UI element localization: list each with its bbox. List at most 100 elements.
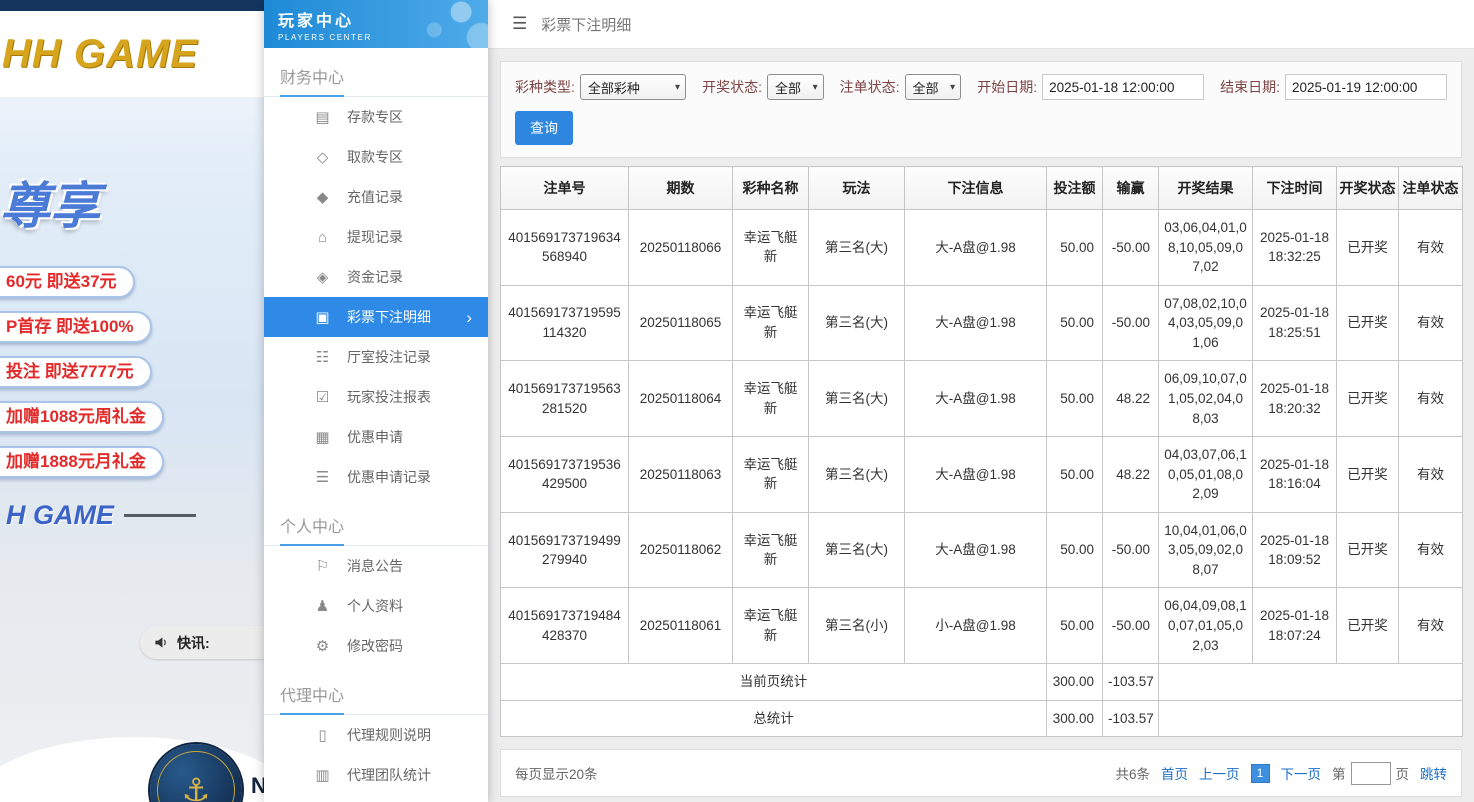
cell-bet-time: 2025-01-18 18:07:24 — [1252, 587, 1337, 665]
main-topbar: ☰ 彩票下注明细 — [488, 0, 1474, 49]
cell-order-status: 有效 — [1398, 360, 1463, 438]
card-icon: ▤ — [315, 109, 330, 126]
total-win-total: -103.57 — [1102, 699, 1159, 738]
cell-win-loss: -50.00 — [1102, 511, 1159, 589]
cell-draw-status: 已开奖 — [1336, 284, 1399, 362]
cell-play: 第三名(小) — [808, 587, 905, 665]
hand-money-icon: ◇ — [316, 149, 329, 166]
cell-order-no: 401569173719563281520 — [500, 360, 629, 438]
start-date-input[interactable] — [1042, 74, 1205, 100]
cell-bet-info: 大-A盘@1.98 — [904, 360, 1047, 438]
sidebar-item-withdraw-zone[interactable]: ◇ 取款专区 — [264, 137, 488, 177]
sidebar-item-agent-rules[interactable]: ▯ 代理规则说明 — [264, 715, 488, 755]
sidebar-header: 玩家中心 PLAYERS CENTER — [264, 0, 488, 48]
cell-period: 20250118066 — [628, 209, 733, 286]
sidebar-item-personal-profile[interactable]: ♟ 个人资料 — [264, 586, 488, 626]
next-page-link[interactable]: 下一页 — [1281, 763, 1322, 783]
gear-icon: ⚙ — [315, 638, 330, 655]
current-page-stats-label: 当前页统计 — [500, 663, 1047, 701]
promo-pill: P首存 即送100% — [0, 311, 152, 343]
column-header-bet-info: 下注信息 — [904, 166, 1047, 210]
current-page-win-total: -103.57 — [1102, 663, 1159, 701]
lottery-type-label: 彩种类型: — [515, 79, 575, 95]
sidebar-menu: 财务中心 ▤ 存款专区 ◇ 取款专区 ◆ 充值记录 ⌂ 提现记录 ◈ 资金记录 ▣ 彩票下注明细 › ☷ 厅室… — [264, 48, 488, 802]
cell-draw-status: 已开奖 — [1336, 360, 1399, 438]
filter-panel: 彩种类型: 全部彩种 ▾ 开奖状态: 全部 ▾ 注单状态: 全部 ▾ 开始日期:… — [500, 61, 1462, 158]
prev-page-link[interactable]: 上一页 — [1199, 763, 1240, 783]
order-status-label: 注单状态: — [839, 79, 900, 95]
sidebar-item-change-password[interactable]: ⚙ 修改密码 — [264, 626, 488, 666]
sidebar-item-label: 资金记录 — [347, 269, 403, 285]
sidebar-item-deposit-zone[interactable]: ▤ 存款专区 — [264, 97, 488, 137]
main-area: ☰ 彩票下注明细 彩种类型: 全部彩种 ▾ 开奖状态: 全部 ▾ 注单状态: 全… — [488, 0, 1474, 802]
cell-bet-info: 大-A盘@1.98 — [904, 511, 1047, 589]
column-header-period: 期数 — [628, 166, 733, 210]
sidebar-item-label: 厅室投注记录 — [347, 349, 431, 365]
cell-bet-time: 2025-01-18 18:09:52 — [1252, 511, 1337, 589]
cell-period: 20250118064 — [628, 360, 733, 438]
vault-icon: ⌂ — [317, 228, 328, 246]
column-header-win-loss: 输赢 — [1102, 166, 1159, 210]
cell-bet-info: 大-A盘@1.98 — [904, 284, 1047, 362]
cell-order-status: 有效 — [1398, 284, 1463, 362]
cell-order-no: 401569173719536429500 — [500, 436, 629, 513]
cell-lottery-name: 幸运飞艇新 — [732, 360, 809, 438]
cell-win-loss: -50.00 — [1102, 587, 1159, 665]
page-jump-input[interactable] — [1350, 761, 1391, 785]
lottery-type-select[interactable]: 全部彩种 ▾ — [579, 74, 687, 100]
sidebar-item-agent-team-stats[interactable]: ▥ 代理团队统计 — [264, 755, 488, 795]
user-icon: ♟ — [315, 598, 330, 615]
cell-bet-amount: 50.00 — [1046, 511, 1103, 589]
cell-bet-info: 小-A盘@1.98 — [904, 587, 1047, 665]
cell-bet-info: 大-A盘@1.98 — [904, 209, 1047, 286]
cell-period: 20250118063 — [628, 436, 733, 513]
sidebar-item-label: 消息公告 — [347, 558, 403, 574]
sidebar-item-lottery-bet-details[interactable]: ▣ 彩票下注明细 › — [264, 297, 488, 337]
sidebar-item-fund-records[interactable]: ◈ 资金记录 — [264, 257, 488, 297]
cell-order-status: 有效 — [1398, 209, 1463, 286]
cell-bet-time: 2025-01-18 18:20:32 — [1252, 360, 1337, 438]
sidebar-item-recharge-records[interactable]: ◆ 充值记录 — [264, 177, 488, 217]
total-count-text: 共6条 — [1115, 767, 1150, 783]
cell-draw-result: 04,03,07,06,10,05,01,08,02,09 — [1158, 436, 1253, 513]
current-page-number[interactable]: 1 — [1250, 763, 1270, 783]
column-header-order-status: 注单状态 — [1398, 166, 1463, 210]
chevron-down-icon: ▾ — [812, 81, 818, 93]
draw-status-select[interactable]: 全部 ▾ — [766, 74, 824, 100]
sidebar-item-player-bet-report[interactable]: ☑ 玩家投注报表 — [264, 377, 488, 417]
current-page-bet-total: 300.00 — [1046, 663, 1103, 701]
cell-order-status: 有效 — [1398, 436, 1463, 513]
gold-ring — [157, 751, 235, 802]
sidebar-item-label: 玩家投注报表 — [347, 389, 431, 405]
sidebar-item-promo-apply-records[interactable]: ☰ 优惠申请记录 — [264, 457, 488, 497]
top-navy-strip — [0, 0, 264, 11]
cell-bet-time: 2025-01-18 18:16:04 — [1252, 436, 1337, 513]
query-button[interactable]: 查询 — [515, 111, 573, 145]
end-date-input[interactable] — [1284, 74, 1447, 100]
table-row: 401569173719634568940 20250118066 幸运飞艇新 第三名… — [500, 209, 1463, 286]
order-status-select[interactable]: 全部 ▾ — [904, 74, 962, 100]
sidebar-item-message-announcements[interactable]: ⚐ 消息公告 — [264, 546, 488, 586]
footer-logo-letter: N — [251, 773, 264, 798]
cell-bet-amount: 50.00 — [1046, 436, 1103, 513]
first-page-link[interactable]: 首页 — [1161, 763, 1188, 783]
column-header-bet-amount: 投注额 — [1046, 166, 1103, 210]
sidebar-item-label: 取款专区 — [347, 149, 403, 165]
brand-underline — [124, 514, 196, 517]
list-lines-icon: ☰ — [315, 469, 330, 486]
jump-button[interactable]: 跳转 — [1420, 763, 1447, 783]
promo-pill: 加赠1888元月礼金 — [0, 446, 164, 478]
menu-icon[interactable]: ☰ — [512, 14, 527, 34]
news-ticker: 快讯: — [140, 626, 264, 659]
table-body: 401569173719634568940 20250118066 幸运飞艇新 第三名… — [500, 209, 1463, 665]
sidebar-item-hall-bet-records[interactable]: ☷ 厅室投注记录 — [264, 337, 488, 377]
cell-bet-amount: 50.00 — [1046, 360, 1103, 438]
bet-table: 注单号 期数 彩种名称 玩法 下注信息 投注额 输赢 开奖结果 下注时间 开奖状态 注单状态 401… — [500, 166, 1463, 738]
sidebar-item-label: 充值记录 — [347, 189, 403, 205]
sidebar-item-promo-apply[interactable]: ▦ 优惠申请 — [264, 417, 488, 457]
cell-order-no: 401569173719595114320 — [500, 284, 629, 362]
cell-order-status: 有效 — [1398, 587, 1463, 665]
cell-draw-status: 已开奖 — [1336, 436, 1399, 513]
sidebar-item-withdrawal-records[interactable]: ⌂ 提现记录 — [264, 217, 488, 257]
cell-order-no: 401569173719484428370 — [500, 587, 629, 665]
